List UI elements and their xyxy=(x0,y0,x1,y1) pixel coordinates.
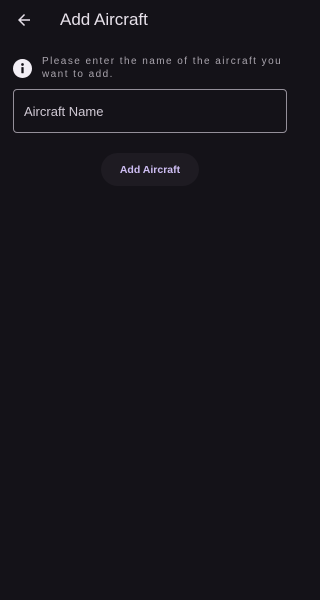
info-message: Please enter the name of the aircraft yo… xyxy=(13,56,289,81)
add-aircraft-screen: Add Aircraft Please enter the name of th… xyxy=(0,0,300,600)
top-app-bar: Add Aircraft xyxy=(0,0,300,40)
arrow-back-icon xyxy=(18,14,30,26)
info-text: Please enter the name of the aircraft yo… xyxy=(42,56,283,80)
aircraft-name-input[interactable] xyxy=(14,90,286,132)
add-aircraft-button[interactable]: Add Aircraft xyxy=(101,153,199,186)
aircraft-name-field xyxy=(13,89,287,133)
info-icon xyxy=(13,59,32,78)
back-button[interactable] xyxy=(12,8,36,32)
page-title: Add Aircraft xyxy=(60,10,148,29)
